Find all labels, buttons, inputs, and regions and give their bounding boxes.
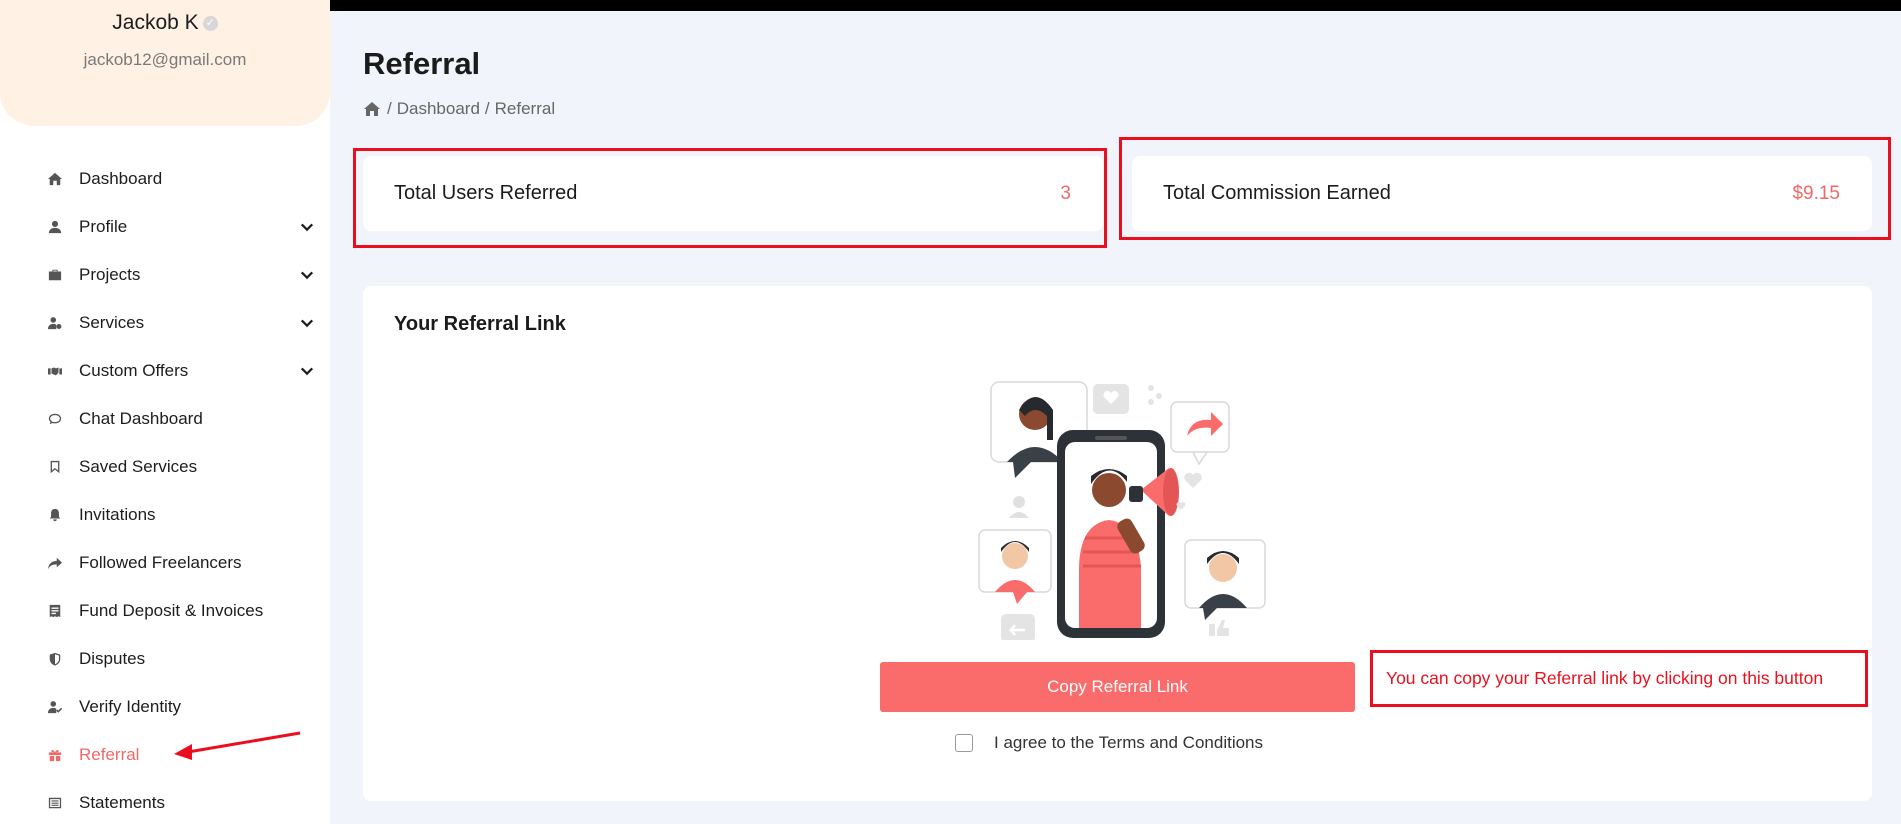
referral-link-card: Your Referral Link Copy Referral Link I … [363, 286, 1872, 801]
sidebar-item-profile[interactable]: Profile [0, 203, 330, 251]
referral-link-title: Your Referral Link [394, 313, 566, 335]
sidebar-item-followed-freelancers[interactable]: Followed Freelancers [0, 539, 330, 587]
breadcrumb: / Dashboard / Referral [363, 99, 560, 119]
sidebar-item-label: Verify Identity [79, 697, 182, 716]
verified-icon: ✓ [202, 15, 218, 31]
user-check-icon [47, 699, 63, 715]
sidebar-item-label: Custom Offers [79, 361, 189, 380]
breadcrumb-referral: Referral [494, 99, 556, 118]
top-bar [330, 0, 1901, 11]
list-icon [47, 795, 63, 811]
briefcase-icon [47, 267, 63, 283]
annotation-arrow-icon [174, 731, 301, 760]
sidebar-item-label: Projects [79, 265, 141, 284]
sidebar-item-chat-dashboard[interactable]: Chat Dashboard [0, 395, 330, 443]
user-gear-icon [47, 315, 63, 331]
sidebar-item-projects[interactable]: Projects [0, 251, 330, 299]
sidebar-item-label: Saved Services [79, 457, 198, 476]
sidebar-item-label: Statements [79, 793, 165, 812]
receipt-icon [47, 603, 63, 619]
sidebar-item-label: Fund Deposit & Invoices [79, 601, 264, 620]
sidebar-item-label: Referral [79, 745, 140, 764]
sidebar-item-fund-deposit[interactable]: Fund Deposit & Invoices [0, 587, 330, 635]
share-icon [47, 555, 63, 571]
terms-agreement[interactable]: I agree to the Terms and Conditions [955, 733, 1263, 753]
sidebar-nav: Dashboard Profile Projects Services Cust… [0, 155, 330, 824]
chat-icon [47, 411, 63, 427]
page-title: Referral [363, 46, 481, 81]
handshake-icon [47, 363, 63, 379]
home-icon [47, 171, 63, 187]
sidebar-item-label: Invitations [79, 505, 156, 524]
sidebar-item-label: Services [79, 313, 145, 332]
referral-illustration [978, 381, 1266, 640]
sidebar-item-label: Dashboard [79, 169, 163, 188]
breadcrumb-dashboard[interactable]: Dashboard [397, 99, 480, 119]
user-icon [47, 219, 63, 235]
profile-name-row: Jackob K ✓ [0, 11, 330, 35]
profile-email: jackob12@gmail.com [83, 50, 247, 69]
terms-checkbox[interactable] [955, 734, 973, 752]
highlight-box-commission [1119, 137, 1891, 240]
sidebar-item-saved-services[interactable]: Saved Services [0, 443, 330, 491]
annotation-note-text: You can copy your Referral link by click… [1386, 668, 1824, 688]
breadcrumb-separator: / [484, 99, 490, 118]
highlight-box-users [353, 148, 1107, 248]
sidebar-item-label: Profile [79, 217, 128, 236]
chevron-down-icon[interactable] [300, 364, 314, 378]
sidebar-item-custom-offers[interactable]: Custom Offers [0, 347, 330, 395]
terms-label: I agree to the Terms and Conditions [994, 733, 1264, 752]
chevron-down-icon[interactable] [300, 220, 314, 234]
chevron-down-icon[interactable] [300, 268, 314, 282]
sidebar: Jackob K ✓ jackob12@gmail.com Dashboard P… [0, 0, 330, 824]
profile-name: Jackob K [112, 11, 199, 34]
shield-icon [47, 651, 63, 667]
gift-icon [47, 747, 63, 763]
bell-icon [47, 507, 63, 523]
sidebar-item-label: Disputes [79, 649, 146, 668]
sidebar-item-invitations[interactable]: Invitations [0, 491, 330, 539]
chevron-down-icon[interactable] [300, 316, 314, 330]
sidebar-item-statements[interactable]: Statements [0, 779, 330, 824]
sidebar-item-verify-identity[interactable]: Verify Identity [0, 683, 330, 731]
sidebar-item-dashboard[interactable]: Dashboard [0, 155, 330, 203]
breadcrumb-separator: / [387, 99, 392, 118]
bookmark-icon [47, 459, 63, 475]
copy-referral-link-button[interactable]: Copy Referral Link [880, 662, 1355, 712]
sidebar-item-services[interactable]: Services [0, 299, 330, 347]
sidebar-item-label: Chat Dashboard [79, 409, 203, 428]
profile-card: Jackob K ✓ jackob12@gmail.com [0, 0, 330, 126]
sidebar-item-disputes[interactable]: Disputes [0, 635, 330, 683]
home-icon[interactable] [363, 101, 381, 117]
annotation-note: You can copy your Referral link by click… [1370, 650, 1868, 707]
sidebar-item-label: Followed Freelancers [79, 553, 242, 572]
